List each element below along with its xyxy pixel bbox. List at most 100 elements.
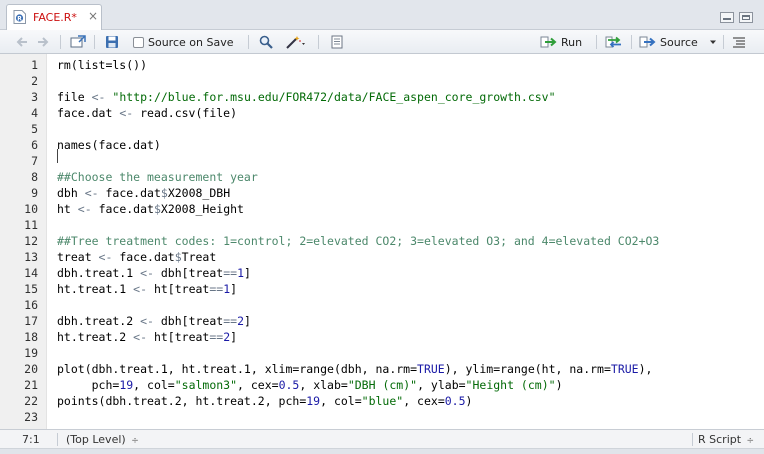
- document-outline-button[interactable]: [732, 34, 746, 50]
- code-token: face.dat: [91, 202, 154, 216]
- code-line[interactable]: 19: [0, 345, 764, 361]
- code-line[interactable]: 5: [0, 121, 764, 137]
- code-token: X2008_Height: [160, 202, 244, 216]
- code-token: ht.treat.1: [57, 282, 134, 296]
- code-token: points(dbh.treat.2, ht.treat.2, pch=: [57, 394, 307, 408]
- code-text: ht.treat.2 <- ht[treat==2]: [57, 329, 237, 345]
- compile-report-button[interactable]: [330, 34, 344, 50]
- code-token: TRUE: [610, 362, 639, 376]
- show-in-window-button[interactable]: [70, 34, 86, 50]
- code-text: ##Tree treatment codes: 1=control; 2=ele…: [57, 233, 659, 249]
- toolbar-separator: [723, 35, 724, 49]
- code-token: file: [57, 90, 92, 104]
- find-replace-button[interactable]: [259, 34, 273, 50]
- code-text: dbh.treat.2 <- dbh[treat==2]: [57, 313, 251, 329]
- source-options-dropdown[interactable]: [709, 34, 717, 50]
- code-text: dbh <- face.dat$X2008_DBH: [57, 185, 230, 201]
- code-token: dbh[treat: [153, 314, 224, 328]
- code-token: plot(dbh.treat.1, ht.treat.1, xlim=range…: [57, 362, 418, 376]
- code-token: face.dat: [112, 250, 175, 264]
- code-token: ): [465, 394, 473, 408]
- code-token: , xlab=: [299, 378, 348, 392]
- code-token: ==: [223, 266, 238, 280]
- code-token: <-: [84, 186, 99, 200]
- code-token: read.csv(file): [133, 106, 238, 120]
- scope-arrows-icon: ÷: [131, 436, 139, 446]
- save-button[interactable]: [105, 34, 119, 50]
- run-label: Run: [561, 35, 583, 49]
- code-line[interactable]: 10 ht <- face.dat$X2008_Height: [0, 201, 764, 217]
- code-line[interactable]: 21 pch=19, col="salmon3", cex=0.5, xlab=…: [0, 377, 764, 393]
- code-line[interactable]: 2: [0, 73, 764, 89]
- code-token: $: [153, 202, 161, 216]
- code-line[interactable]: 4 face.dat <- read.csv(file): [0, 105, 764, 121]
- code-line[interactable]: 15 ht.treat.1 <- ht[treat==1]: [0, 281, 764, 297]
- code-token: $: [174, 250, 182, 264]
- code-line[interactable]: 14 dbh.treat.1 <- dbh[treat==1]: [0, 265, 764, 281]
- code-token: dbh[treat: [153, 266, 224, 280]
- forward-button[interactable]: [36, 34, 50, 50]
- close-tab-icon[interactable]: ×: [88, 9, 98, 23]
- code-line[interactable]: 13 treat <- face.dat$Treat: [0, 249, 764, 265]
- line-number: 3: [31, 90, 38, 104]
- status-separator: [57, 433, 58, 446]
- code-line[interactable]: 16: [0, 297, 764, 313]
- code-tools-button[interactable]: [286, 34, 306, 50]
- source-button[interactable]: Source: [639, 34, 698, 50]
- code-token: ##Tree treatment codes: 1=control; 2=ele…: [57, 234, 660, 248]
- code-editor[interactable]: 1 rm(list=ls()) 2 3 file <- "http://blue.for…: [0, 54, 764, 429]
- code-line[interactable]: 9 dbh <- face.dat$X2008_DBH: [0, 185, 764, 201]
- code-token: ]: [230, 282, 238, 296]
- code-token: , cex=: [237, 378, 279, 392]
- code-line[interactable]: 22 points(dbh.treat.2, ht.treat.2, pch=19…: [0, 393, 764, 409]
- code-line[interactable]: 11: [0, 217, 764, 233]
- file-type-selector[interactable]: R Script ÷: [698, 433, 754, 446]
- status-separator: [692, 433, 693, 446]
- code-token: TRUE: [417, 362, 445, 376]
- code-line[interactable]: 17 dbh.treat.2 <- dbh[treat==2]: [0, 313, 764, 329]
- line-number: 7: [31, 154, 38, 168]
- source-on-save-toggle[interactable]: Source on Save: [133, 34, 233, 50]
- tab-face-r[interactable]: R FACE.R* ×: [6, 4, 102, 30]
- code-token: rm(list=ls()): [57, 58, 148, 72]
- code-token: <-: [91, 90, 106, 104]
- code-line[interactable]: 18 ht.treat.2 <- ht[treat==2]: [0, 329, 764, 345]
- code-token: ), ylim=range(ht, na.rm=: [444, 362, 611, 376]
- line-number: 18: [24, 330, 38, 344]
- pane-splitter[interactable]: [0, 448, 764, 454]
- maximize-pane-icon[interactable]: [739, 12, 753, 23]
- line-number: 23: [24, 410, 38, 424]
- code-token: <-: [140, 266, 154, 280]
- code-line[interactable]: 8 ##Choose the measurement year: [0, 169, 764, 185]
- rerun-arrows-icon: [605, 36, 621, 48]
- rerun-button[interactable]: [605, 34, 623, 50]
- arrow-left-icon: [16, 37, 27, 47]
- cursor-position: 7:1: [22, 433, 40, 446]
- code-token: <-: [77, 202, 92, 216]
- source-on-save-checkbox[interactable]: [133, 36, 144, 48]
- code-line[interactable]: 20 plot(dbh.treat.1, ht.treat.1, xlim=ran…: [0, 361, 764, 377]
- line-number: 12: [24, 234, 38, 248]
- scope-selector[interactable]: (Top Level) ÷: [66, 433, 139, 446]
- code-line[interactable]: 1 rm(list=ls()): [0, 57, 764, 73]
- code-text: ##Choose the measurement year: [57, 169, 258, 185]
- code-token: , ylab=: [417, 378, 466, 392]
- run-button[interactable]: Run: [540, 34, 582, 50]
- code-token: 19: [306, 394, 321, 408]
- magnifier-icon: [259, 35, 273, 49]
- code-line[interactable]: 12 ##Tree treatment codes: 1=control; 2=e…: [0, 233, 764, 249]
- code-line[interactable]: 23: [0, 409, 764, 425]
- arrow-right-icon: [38, 37, 49, 47]
- code-line[interactable]: 3 file <- "http://blue.for.msu.edu/FOR472…: [0, 89, 764, 105]
- code-line[interactable]: 6 names(face.dat): [0, 137, 764, 153]
- toolbar-separator: [60, 35, 61, 49]
- back-button[interactable]: [15, 34, 29, 50]
- code-token: 1: [237, 266, 244, 280]
- popout-window-icon: [70, 35, 86, 48]
- code-line[interactable]: 7: [0, 153, 764, 169]
- line-number: 9: [31, 186, 38, 200]
- file-type-label: R Script: [698, 433, 742, 446]
- minimize-pane-icon[interactable]: [720, 12, 734, 23]
- text-cursor: [57, 149, 58, 163]
- source-arrow-icon: [639, 36, 656, 48]
